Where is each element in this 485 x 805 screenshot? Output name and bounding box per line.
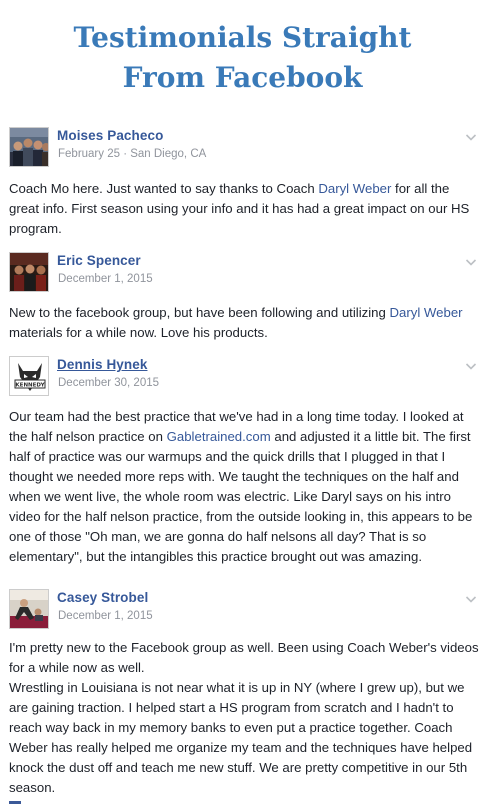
post-header: Eric Spencer December 1, 2015	[0, 252, 485, 296]
author-name[interactable]: Dennis Hynek	[57, 357, 147, 372]
post-meta: December 1, 2015	[58, 610, 153, 622]
post-meta: December 1, 2015	[58, 273, 153, 285]
post-body: I'm pretty new to the Facebook group as …	[9, 638, 479, 798]
author-name[interactable]: Eric Spencer	[57, 253, 141, 268]
avatar[interactable]	[9, 252, 49, 292]
page-title-line-2: From Facebook	[122, 61, 363, 94]
avatar[interactable]	[9, 127, 49, 167]
like-bar-fragment	[9, 801, 21, 804]
chevron-down-icon[interactable]	[463, 591, 479, 607]
page-title-line-1: Testimonials Straight	[73, 21, 412, 54]
post-dennis-hynek: KENNEDY Dennis Hynek December 30, 2015 O…	[0, 356, 485, 564]
website-link[interactable]: Gabletrained.com	[167, 429, 271, 444]
post-header: Moises Pacheco February 25 · San Diego, …	[0, 127, 485, 171]
author-name[interactable]: Casey Strobel	[57, 590, 148, 605]
post-body: Coach Mo here. Just wanted to say thanks…	[9, 179, 479, 239]
chevron-down-icon[interactable]	[463, 129, 479, 145]
post-body: Our team had the best practice that we'v…	[9, 407, 479, 567]
post-body: New to the facebook group, but have been…	[9, 303, 479, 343]
post-meta: December 30, 2015	[58, 377, 160, 389]
post-header: KENNEDY Dennis Hynek December 30, 2015	[0, 356, 485, 400]
avatar[interactable]	[9, 589, 49, 629]
mention-link[interactable]: Daryl Weber	[390, 305, 463, 320]
post-text: materials for a while now. Love his prod…	[9, 325, 268, 340]
post-eric-spencer: Eric Spencer December 1, 2015 New to the…	[0, 252, 485, 340]
avatar-logo-text: KENNEDY	[15, 383, 45, 389]
avatar[interactable]: KENNEDY	[9, 356, 49, 396]
post-text: and adjusted it a little bit. The first …	[9, 429, 473, 564]
post-paragraph: I'm pretty new to the Facebook group as …	[9, 640, 479, 675]
page-title: Testimonials Straight From Facebook	[0, 18, 485, 98]
post-moises-pacheco: Moises Pacheco February 25 · San Diego, …	[0, 127, 485, 236]
post-header: Casey Strobel December 1, 2015	[0, 589, 485, 633]
mention-link[interactable]: Daryl Weber	[318, 181, 391, 196]
post-paragraph: Wrestling in Louisiana is not near what …	[9, 680, 473, 795]
post-text: New to the facebook group, but have been…	[9, 305, 390, 320]
post-meta: February 25 · San Diego, CA	[58, 148, 207, 160]
author-name[interactable]: Moises Pacheco	[57, 128, 163, 143]
post-text: Coach Mo here. Just wanted to say thanks…	[9, 181, 319, 196]
chevron-down-icon[interactable]	[463, 358, 479, 374]
chevron-down-icon[interactable]	[463, 254, 479, 270]
post-casey-strobel: Casey Strobel December 1, 2015 I'm prett…	[0, 589, 485, 795]
